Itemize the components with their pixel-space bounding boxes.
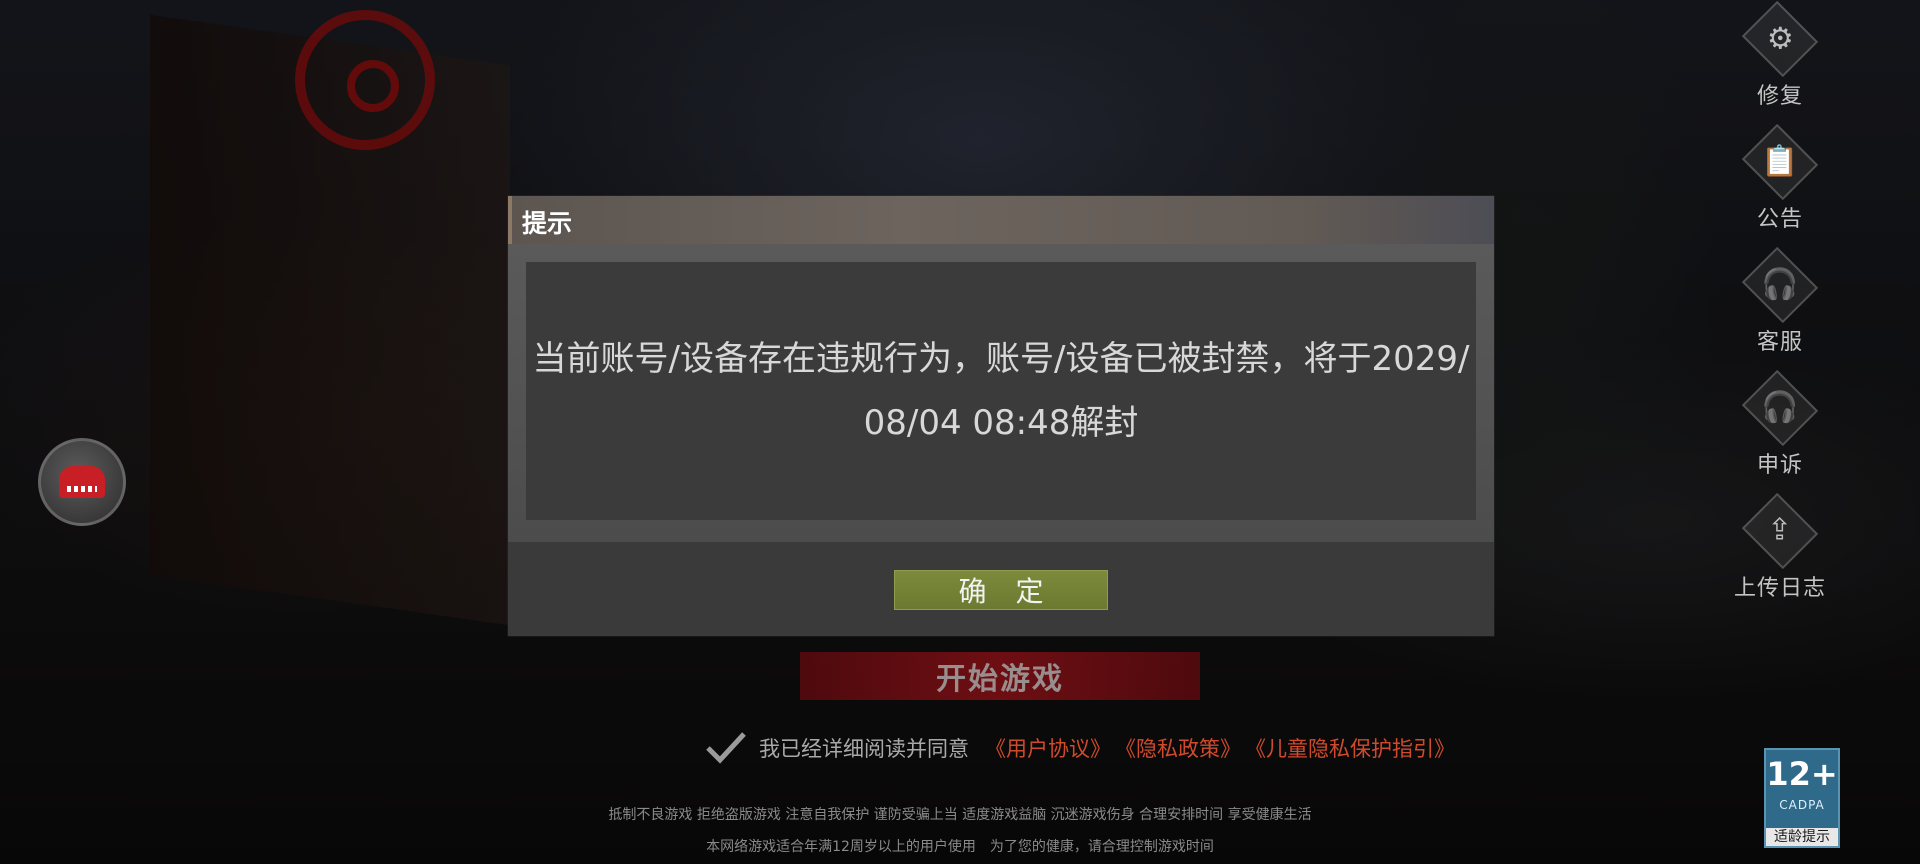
assistant-icon: [59, 466, 105, 498]
dialog-title: 提示: [522, 209, 573, 238]
floating-assistant-button[interactable]: [38, 438, 126, 526]
age-rating: 12+: [1766, 755, 1838, 793]
gears-icon: ⚙: [1766, 21, 1794, 56]
upload-icon: ⇪: [1767, 512, 1793, 548]
dialog-body: 当前账号/设备存在违规行为，账号/设备已被封禁，将于2029/08/04 08:…: [526, 262, 1476, 520]
ban-notice-dialog: 提示 当前账号/设备存在违规行为，账号/设备已被封禁，将于2029/08/04 …: [508, 196, 1494, 636]
checkmark-icon[interactable]: [705, 730, 747, 766]
ban-message: 当前账号/设备存在违规行为，账号/设备已被封禁，将于2029/08/04 08:…: [532, 339, 1470, 443]
notice-icon: 📋: [1761, 143, 1799, 179]
side-menu-appeal[interactable]: 🎧 申诉: [1695, 369, 1865, 479]
start-game-button[interactable]: 开始游戏: [800, 652, 1200, 700]
dialog-header: 提示: [508, 196, 1494, 244]
age-advisory: 本网络游戏适合年满12周岁以上的用户使用 为了您的健康，请合理控制游戏时间: [706, 839, 1214, 855]
health-advisory: 抵制不良游戏 拒绝盗版游戏 注意自我保护 谨防受骗上当 适度游戏益脑 沉迷游戏伤…: [608, 807, 1312, 823]
agreement-row: 我已经详细阅读并同意 《用户协议》 《隐私政策》 《儿童隐私保护指引》: [705, 728, 1459, 768]
side-menu-support[interactable]: 🎧 客服: [1695, 246, 1865, 356]
age-rating-badge[interactable]: 12+ CADPA 适龄提示: [1764, 748, 1840, 848]
side-menu-label: 修复: [1756, 84, 1803, 109]
headset-icon: 🎧: [1761, 266, 1799, 302]
side-menu-label: 客服: [1756, 330, 1803, 355]
child-privacy-link[interactable]: 《儿童隐私保护指引》: [1245, 733, 1455, 763]
side-menu-repair[interactable]: ⚙ 修复: [1695, 0, 1865, 110]
agreement-text: 我已经详细阅读并同意: [759, 737, 969, 761]
appeal-icon: 🎧: [1761, 389, 1799, 425]
side-menu-upload-log[interactable]: ⇪ 上传日志: [1695, 492, 1865, 602]
side-menu-label: 公告: [1756, 207, 1803, 232]
user-agreement-link[interactable]: 《用户协议》: [985, 733, 1111, 763]
side-menu-label: 申诉: [1756, 453, 1803, 478]
side-menu-notice[interactable]: 📋 公告: [1695, 123, 1865, 233]
side-menu-label: 上传日志: [1733, 576, 1826, 601]
age-tip-label: 适龄提示: [1766, 828, 1838, 846]
privacy-policy-link[interactable]: 《隐私政策》: [1115, 733, 1241, 763]
rating-org: CADPA: [1779, 798, 1825, 812]
confirm-button[interactable]: 确 定: [894, 570, 1108, 610]
